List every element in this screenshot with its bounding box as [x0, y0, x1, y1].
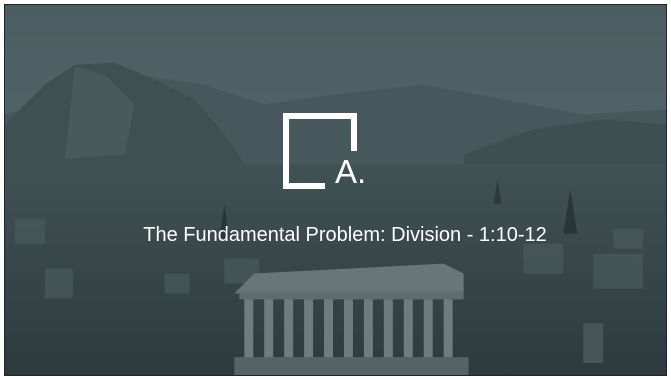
- section-letter: A.: [335, 153, 367, 190]
- slide-title: The Fundamental Problem: Division - 1:10…: [143, 224, 547, 246]
- slide: A. The Fundamental Problem: Division - 1…: [4, 4, 667, 376]
- background-overlay: [5, 5, 666, 375]
